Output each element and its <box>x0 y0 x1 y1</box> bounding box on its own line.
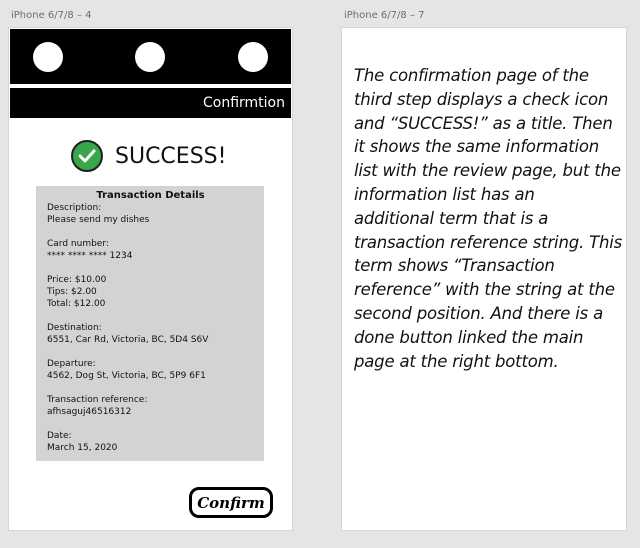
details-line: Date: <box>47 431 72 441</box>
details-line: Price: $10.00 <box>47 275 107 285</box>
details-line: afhsaguj46516312 <box>47 407 132 417</box>
details-line: Departure: <box>47 359 96 369</box>
details-line: March 15, 2020 <box>47 443 118 453</box>
note-line: list with the review page, but the <box>354 161 621 181</box>
note-line: transaction reference string. This <box>354 232 622 252</box>
note-line: term shows “Transaction <box>354 256 555 276</box>
details-line: Card number: <box>47 239 109 249</box>
step-dot-2 <box>135 42 165 72</box>
note-line: second position. And there is a <box>354 303 603 323</box>
phone-artboard-confirmation: Confirmtion SUCCESS! Transaction Details… <box>9 28 292 530</box>
details-group: Card number: **** **** **** 1234 <box>47 238 254 262</box>
artboard-label-1: iPhone 6/7/8 – 4 <box>11 10 92 21</box>
success-title: SUCCESS! <box>115 143 227 169</box>
details-group: Date: March 15, 2020 <box>47 430 254 454</box>
details-line: 4562, Dog St, Victoria, BC, 5P9 6F1 <box>47 371 206 381</box>
details-group: Transaction reference: afhsaguj46516312 <box>47 394 254 418</box>
confirm-button[interactable]: Confirm <box>189 487 273 518</box>
details-line: **** **** **** 1234 <box>47 251 133 261</box>
note-line: additional term that is a <box>354 208 549 228</box>
details-line: Tips: $2.00 <box>47 287 97 297</box>
step-dot-3 <box>238 42 268 72</box>
details-line: Total: $12.00 <box>47 299 106 309</box>
details-line: Please send my dishes <box>47 215 150 225</box>
details-line: Description: <box>47 203 102 213</box>
details-line: Destination: <box>47 323 102 333</box>
details-group: Price: $10.00 Tips: $2.00 Total: $12.00 <box>47 274 254 310</box>
details-group: Destination: 6551, Car Rd, Victoria, BC, … <box>47 322 254 346</box>
check-circle-icon <box>71 140 103 172</box>
success-header: SUCCESS! <box>71 138 226 174</box>
description-note: The confirmation page of the third step d… <box>354 64 622 373</box>
note-line: and “SUCCESS!” as a title. Then <box>354 113 613 133</box>
title-bar: Confirmtion <box>10 88 291 118</box>
note-line: third step displays a check icon <box>354 89 609 109</box>
details-group: Departure: 4562, Dog St, Victoria, BC, 5P… <box>47 358 254 382</box>
step-indicator-bar <box>10 29 291 84</box>
details-line: 6551, Car Rd, Victoria, BC, 5D4 S6V <box>47 335 209 345</box>
step-dot-1 <box>33 42 63 72</box>
note-line: reference” with the string at the <box>354 280 615 300</box>
details-heading: Transaction Details <box>96 190 205 201</box>
details-line: Transaction reference: <box>47 395 148 405</box>
details-group: Description: Please send my dishes <box>47 202 254 226</box>
note-line: The confirmation page of the <box>354 66 589 85</box>
artboard-label-2: iPhone 6/7/8 – 7 <box>344 10 425 21</box>
transaction-details-panel: Transaction Details Description: Please s… <box>36 186 264 461</box>
note-line: it shows the same information <box>354 137 600 157</box>
note-line: done button linked the main <box>354 327 584 347</box>
note-line: information list has an <box>354 184 535 204</box>
phone-artboard-description: The confirmation page of the third step d… <box>342 28 626 530</box>
page-title: Confirmtion <box>203 95 285 111</box>
note-line: page at the right bottom. <box>354 351 559 371</box>
